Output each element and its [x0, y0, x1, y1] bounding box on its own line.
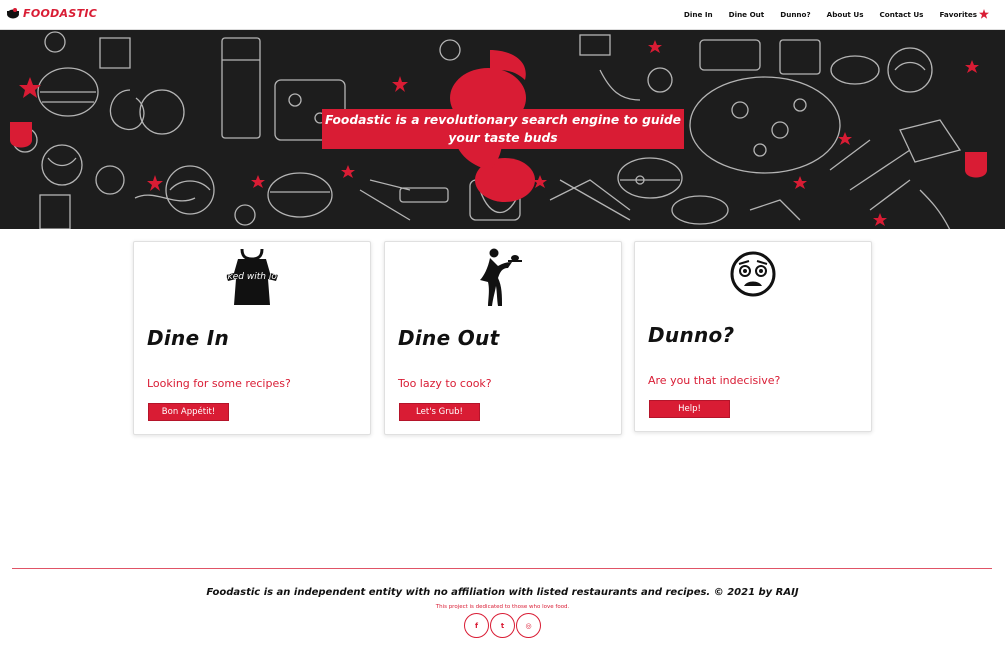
confused-face-icon	[730, 251, 776, 297]
card-text: Too lazy to cook?	[398, 377, 492, 390]
hero-tagline: Foodastic is a revolutionary search engi…	[322, 109, 684, 149]
card-dine-out: Dine Out Too lazy to cook? Let's Grub!	[384, 241, 622, 435]
top-navbar: FOODASTIC Dine In Dine Out Dunno? About …	[0, 0, 1005, 30]
facebook-button[interactable]: f	[464, 613, 489, 638]
nav-links: Dine In Dine Out Dunno? About Us Contact…	[676, 9, 997, 19]
apron-text-baked: baked with love	[224, 272, 280, 282]
instagram-button[interactable]: ◎	[516, 613, 541, 638]
nav-favorites-label: Favorites	[939, 9, 977, 19]
card-text: Are you that indecisive?	[648, 374, 781, 387]
hero-tagline-line2: your taste buds	[448, 131, 558, 145]
nav-dunno[interactable]: Dunno?	[772, 9, 818, 19]
pot-icon	[7, 8, 19, 19]
card-image	[635, 250, 871, 298]
facebook-icon: f	[474, 621, 479, 630]
nav-dine-in[interactable]: Dine In	[676, 9, 721, 19]
nav-favorites[interactable]: Favorites	[931, 9, 997, 19]
card-dine-in: baked with love Dine In Looking for some…	[133, 241, 371, 435]
footer-dedication: This project is dedicated to those who l…	[435, 604, 570, 610]
footer-disclaimer: Foodastic is an independent entity with …	[206, 587, 799, 598]
bon-appetit-button[interactable]: Bon Appétit!	[148, 403, 229, 421]
help-button[interactable]: Help!	[649, 400, 730, 418]
card-dunno: Dunno? Are you that indecisive? Help!	[634, 241, 872, 432]
card-image: baked with love	[134, 247, 370, 307]
nav-contact-us[interactable]: Contact Us	[872, 9, 932, 19]
apron-icon: baked with love	[224, 248, 280, 305]
nav-about-us[interactable]: About Us	[819, 9, 872, 19]
logo-text: FOODASTIC	[23, 6, 98, 20]
instagram-icon: ◎	[525, 621, 532, 630]
brand-logo[interactable]: FOODASTIC	[6, 6, 97, 20]
lets-grub-button[interactable]: Let's Grub!	[399, 403, 480, 421]
social-links: f t ◎	[464, 613, 541, 638]
card-image	[385, 247, 621, 307]
card-title: Dine In	[147, 326, 230, 350]
twitter-button[interactable]: t	[490, 613, 515, 638]
twitter-icon: t	[500, 621, 505, 630]
card-text: Looking for some recipes?	[147, 377, 291, 390]
nav-dine-out[interactable]: Dine Out	[721, 9, 773, 19]
hero-tagline-line1: Foodastic is a revolutionary search engi…	[325, 113, 681, 127]
waiter-icon	[480, 248, 522, 306]
card-title: Dine Out	[398, 326, 500, 350]
card-title: Dunno?	[648, 323, 735, 347]
hero-banner: Foodastic is a revolutionary search engi…	[0, 30, 1005, 229]
star-icon	[979, 9, 989, 19]
footer-divider	[12, 568, 992, 569]
